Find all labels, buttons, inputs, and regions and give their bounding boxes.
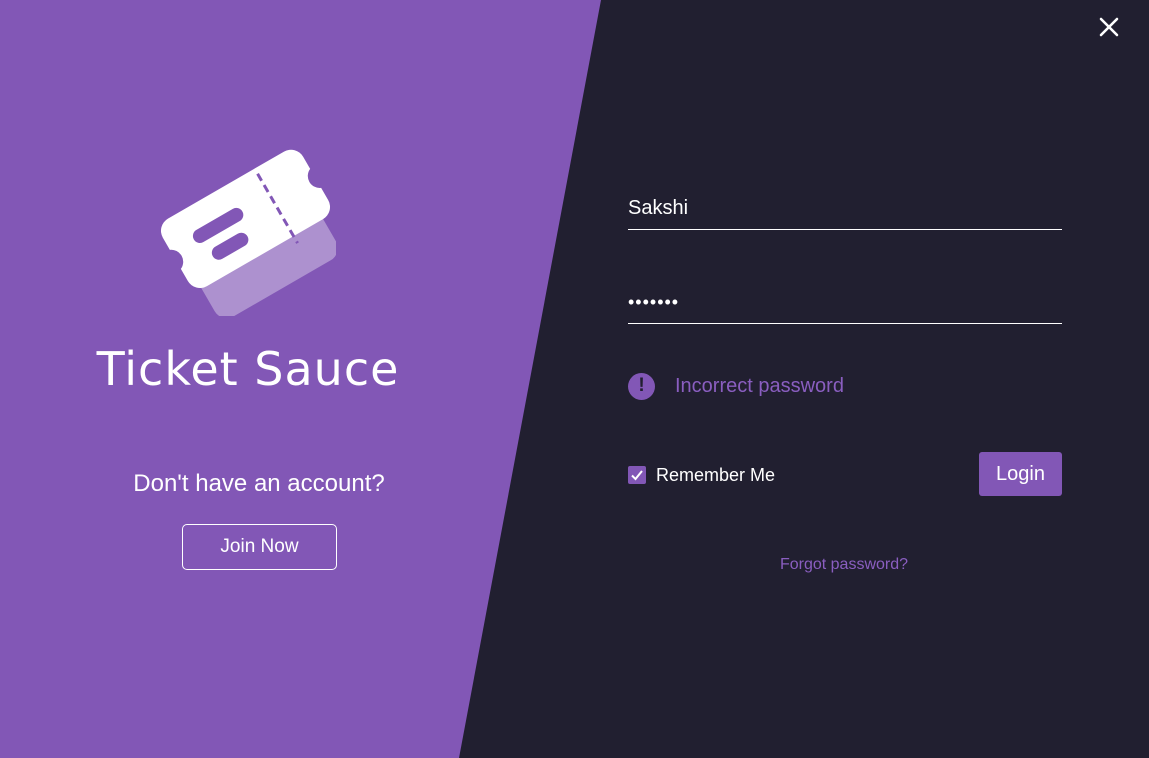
login-window: Ticket Sauce Don't have an account? Join… xyxy=(0,0,1149,758)
signup-prompt: Don't have an account? xyxy=(133,470,385,497)
close-icon[interactable] xyxy=(1096,14,1122,40)
remember-me-label: Remember Me xyxy=(656,464,776,485)
error-message: ! Incorrect password xyxy=(628,372,844,400)
remember-me-checkbox[interactable] xyxy=(628,466,646,484)
join-now-button[interactable]: Join Now xyxy=(182,524,337,570)
brand-title: Ticket Sauce xyxy=(96,342,400,396)
remember-me-toggle[interactable]: Remember Me xyxy=(628,464,775,486)
username-input[interactable] xyxy=(628,188,1062,229)
password-input[interactable] xyxy=(628,282,1062,323)
brand-panel: Ticket Sauce Don't have an account? Join… xyxy=(0,0,601,758)
username-field-container xyxy=(628,188,1062,230)
checkmark-icon xyxy=(631,470,643,481)
login-button[interactable]: Login xyxy=(979,452,1062,496)
password-field-container xyxy=(628,282,1062,324)
ticket-icon xyxy=(161,149,336,316)
forgot-password-link[interactable]: Forgot password? xyxy=(744,556,944,574)
error-text: Incorrect password xyxy=(675,374,844,397)
exclamation-icon: ! xyxy=(628,372,655,400)
